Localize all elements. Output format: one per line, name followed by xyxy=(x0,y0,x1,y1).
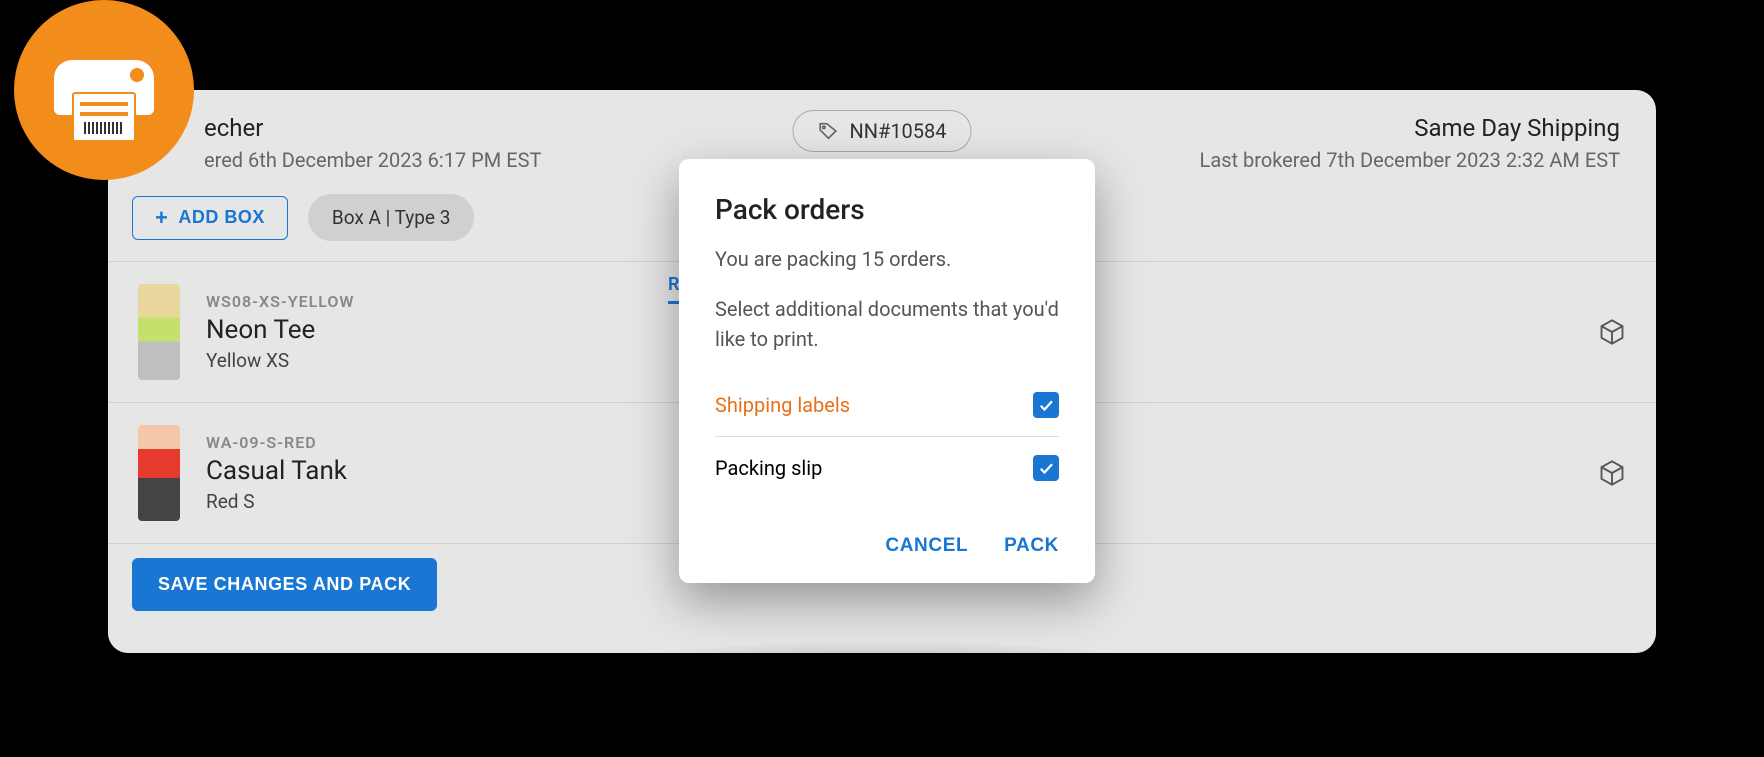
shipping-title: Same Day Shipping xyxy=(1200,114,1620,142)
tag-icon xyxy=(817,120,839,142)
save-and-pack-button[interactable]: SAVE CHANGES AND PACK xyxy=(132,558,437,611)
package-icon[interactable] xyxy=(1598,318,1626,346)
item-variant: Red S xyxy=(206,490,347,513)
product-thumbnail xyxy=(138,425,180,521)
add-box-button[interactable]: + ADD BOX xyxy=(132,196,288,240)
printer-badge xyxy=(14,0,194,180)
modal-instruction: Select additional documents that you'd l… xyxy=(715,294,1059,354)
doc-option-packing-slip[interactable]: Packing slip xyxy=(715,437,1059,499)
product-thumbnail xyxy=(138,284,180,380)
modal-title: Pack orders xyxy=(715,193,1059,226)
pack-button[interactable]: PACK xyxy=(1004,535,1059,557)
doc-label: Shipping labels xyxy=(715,393,850,417)
shipping-subtitle: Last brokered 7th December 2023 2:32 AM … xyxy=(1200,148,1620,172)
modal-summary: You are packing 15 orders. xyxy=(715,244,1059,274)
plus-icon: + xyxy=(155,207,168,229)
checkbox-checked-icon[interactable] xyxy=(1033,392,1059,418)
item-variant: Yellow XS xyxy=(206,349,354,372)
item-name: Casual Tank xyxy=(206,456,347,486)
cancel-button[interactable]: CANCEL xyxy=(885,535,968,557)
brokered-timestamp: ered 6th December 2023 6:17 PM EST xyxy=(204,148,564,172)
add-box-label: ADD BOX xyxy=(178,207,265,228)
item-sku: WS08-XS-YELLOW xyxy=(206,292,354,311)
order-number: NN#10584 xyxy=(849,119,946,143)
modal-actions: CANCEL PACK xyxy=(715,535,1059,557)
package-icon[interactable] xyxy=(1598,459,1626,487)
pack-orders-modal: Pack orders You are packing 15 orders. S… xyxy=(679,159,1095,583)
item-sku: WA-09-S-RED xyxy=(206,433,347,452)
order-number-pill[interactable]: NN#10584 xyxy=(792,110,971,152)
box-chip[interactable]: Box A | Type 3 xyxy=(308,194,475,241)
doc-label: Packing slip xyxy=(715,456,822,480)
checkbox-checked-icon[interactable] xyxy=(1033,455,1059,481)
doc-option-shipping-labels[interactable]: Shipping labels xyxy=(715,374,1059,437)
customer-name: echer xyxy=(204,114,564,142)
printer-icon xyxy=(54,50,154,130)
modal-shadow xyxy=(580,640,1180,700)
item-name: Neon Tee xyxy=(206,315,354,345)
